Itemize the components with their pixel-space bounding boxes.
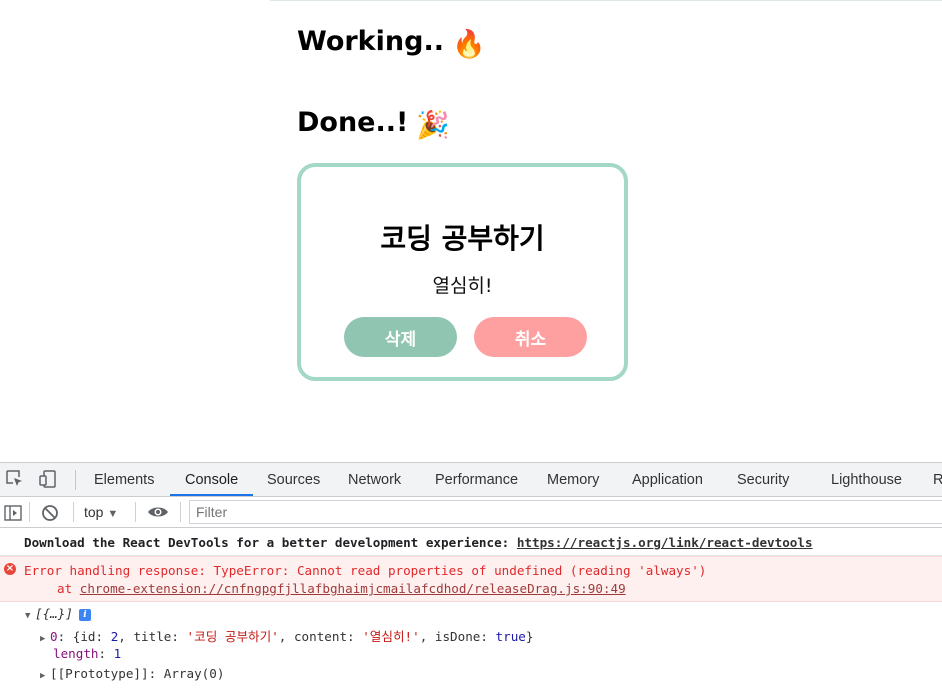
todo-title: 코딩 공부하기 bbox=[380, 222, 545, 255]
tab-network[interactable]: Network bbox=[348, 472, 401, 488]
array-item-row[interactable]: ▶ 0: {id: 2, title: '코딩 공부하기', content: '… bbox=[40, 626, 533, 645]
length-key: length bbox=[53, 646, 99, 661]
clear-console-icon[interactable] bbox=[41, 504, 59, 522]
expand-triangle-right-icon[interactable]: ▶ bbox=[40, 671, 50, 681]
working-title-text: Working.. bbox=[297, 26, 444, 57]
cancel-button[interactable]: 취소 bbox=[474, 317, 587, 357]
device-toolbar-icon[interactable] bbox=[38, 469, 58, 489]
react-devtools-link[interactable]: https://reactjs.org/link/react-devtools bbox=[517, 535, 813, 550]
context-selector[interactable]: top ▼ bbox=[84, 504, 118, 520]
expand-triangle-down-icon[interactable]: ▼ bbox=[25, 611, 35, 621]
live-expression-eye-icon[interactable] bbox=[147, 503, 169, 521]
done-section-title: Done..! 🎉 bbox=[297, 107, 450, 141]
toolbar-divider bbox=[29, 502, 30, 522]
expand-triangle-right-icon[interactable]: ▶ bbox=[40, 634, 50, 644]
working-section-title: Working.. 🔥 bbox=[297, 26, 486, 60]
context-selector-value: top bbox=[84, 504, 104, 520]
party-popper-icon: 🎉 bbox=[416, 110, 450, 141]
tab-performance[interactable]: Performance bbox=[435, 472, 518, 488]
toolbar-divider bbox=[73, 502, 74, 522]
inspect-element-icon[interactable] bbox=[5, 469, 25, 489]
prototype-value: Array(0) bbox=[163, 666, 225, 681]
array-summary-row[interactable]: ▼ [{…}] i bbox=[25, 606, 91, 621]
devtools-tab-bar: Elements Console Sources Network Perform… bbox=[0, 463, 942, 497]
active-tab-indicator bbox=[170, 494, 253, 496]
tab-recorder[interactable]: R bbox=[933, 472, 942, 488]
info-badge-icon: i bbox=[78, 609, 91, 621]
array-prototype-row[interactable]: ▶ [[Prototype]]: Array(0) bbox=[40, 666, 224, 681]
item-content-value: '열심히!' bbox=[362, 629, 420, 644]
devtools-panel: Elements Console Sources Network Perform… bbox=[0, 462, 942, 691]
console-message-text: Download the React DevTools for a better… bbox=[24, 535, 813, 550]
done-title-text: Done..! bbox=[297, 107, 409, 138]
show-sidebar-icon[interactable] bbox=[4, 504, 22, 522]
tab-console[interactable]: Console bbox=[185, 472, 238, 488]
tab-security[interactable]: Security bbox=[737, 472, 789, 488]
console-filter-input[interactable] bbox=[189, 500, 942, 524]
dropdown-arrow-icon: ▼ bbox=[107, 508, 119, 520]
toolbar-divider bbox=[180, 502, 181, 522]
error-source-link[interactable]: chrome-extension://cnfngpgfjllafbghaimjc… bbox=[80, 581, 626, 596]
item-title-value: '코딩 공부하기' bbox=[186, 629, 279, 644]
console-error-message: × Error handling response: TypeError: Ca… bbox=[0, 556, 942, 602]
array-summary: [{…}] bbox=[35, 606, 73, 621]
console-toolbar: top ▼ bbox=[0, 497, 942, 528]
page-top-border bbox=[270, 0, 942, 1]
item-index: 0 bbox=[50, 629, 58, 644]
app-page: Working.. 🔥 Done..! 🎉 코딩 공부하기 열심히! 삭제 취소 bbox=[0, 0, 942, 462]
error-icon: × bbox=[4, 563, 16, 575]
todo-content: 열심히! bbox=[432, 275, 493, 297]
tab-sources[interactable]: Sources bbox=[267, 472, 320, 488]
tab-memory[interactable]: Memory bbox=[547, 472, 599, 488]
error-stack-line: at chrome-extension://cnfngpgfjllafbghai… bbox=[57, 581, 626, 596]
toolbar-divider bbox=[135, 502, 136, 522]
tab-elements[interactable]: Elements bbox=[94, 472, 154, 488]
react-devtools-text: Download the React DevTools for a better… bbox=[24, 535, 517, 550]
tab-lighthouse[interactable]: Lighthouse bbox=[831, 472, 902, 488]
fire-icon: 🔥 bbox=[451, 29, 486, 60]
tab-bar-divider bbox=[75, 470, 76, 490]
tab-application[interactable]: Application bbox=[632, 472, 703, 488]
length-value: 1 bbox=[113, 646, 122, 661]
todo-card: 코딩 공부하기 열심히! 삭제 취소 bbox=[297, 163, 628, 381]
prototype-label: [[Prototype]] bbox=[50, 666, 149, 681]
item-isdone-value: true bbox=[495, 629, 526, 644]
delete-button[interactable]: 삭제 bbox=[344, 317, 457, 357]
error-at-text: at bbox=[57, 581, 80, 596]
error-text: Error handling response: TypeError: Cann… bbox=[24, 563, 707, 578]
console-message-react-devtools: Download the React DevTools for a better… bbox=[0, 527, 942, 556]
array-length-row: length: 1 bbox=[53, 646, 122, 661]
